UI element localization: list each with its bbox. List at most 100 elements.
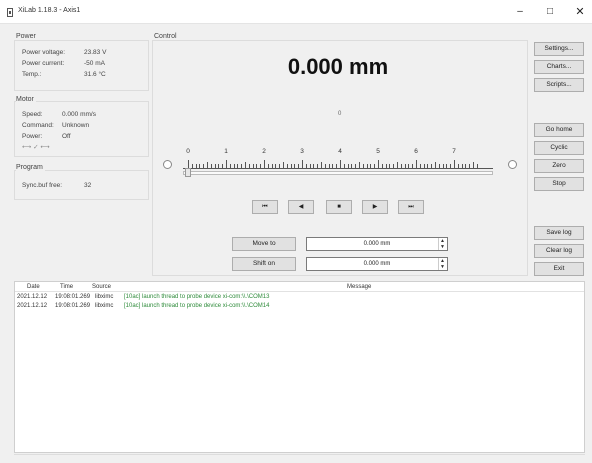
ruler-tick [294, 164, 296, 168]
ruler-tick [199, 164, 201, 168]
move-to-spinner-icon[interactable]: ▲ ▼ [438, 238, 446, 250]
ruler-tick [412, 164, 414, 168]
ruler-tick [450, 164, 452, 168]
move-right-button[interactable]: ▶ [362, 200, 388, 214]
go-home-button[interactable]: Go home [534, 123, 584, 137]
ruler-tick [229, 164, 231, 168]
ruler-tick [442, 164, 444, 168]
move-to-button[interactable]: Move to [232, 237, 296, 251]
power-current-value: -50 mA [84, 60, 105, 67]
power-voltage-value: 23.83 V [84, 49, 107, 56]
exit-button[interactable]: Exit [534, 262, 584, 276]
ruler-tick [245, 162, 246, 168]
ruler-tick [454, 160, 455, 168]
ruler-tick [370, 164, 372, 168]
speed-row: Speed: 0.000 mm/s [22, 111, 96, 118]
ruler-tick [446, 164, 448, 168]
log-time: 19:08:01.269 [55, 303, 91, 309]
temperature-row: Temp.: 31.6 °C [22, 71, 106, 78]
clear-log-button[interactable]: Clear log [534, 244, 584, 258]
ruler-tick [256, 164, 258, 168]
ruler-axis [183, 168, 493, 169]
shift-on-button[interactable]: Shift on [232, 257, 296, 271]
ruler-tick [400, 164, 402, 168]
ruler-tick [275, 164, 277, 168]
minimize-button[interactable]: – [508, 3, 532, 21]
speed-value: 0.000 mm/s [62, 111, 96, 118]
ruler-tick [218, 164, 220, 168]
stop-button[interactable]: Stop [534, 177, 584, 191]
power-current-row: Power current: -50 mA [22, 60, 105, 67]
position-slider-handle[interactable] [185, 168, 191, 177]
ruler-tick [252, 164, 254, 168]
ruler-tick [423, 164, 425, 168]
log-row[interactable]: 2021.12.12 19:08:01.269 libximc [10ac] l… [15, 303, 584, 311]
column-header-date[interactable]: Date [27, 284, 40, 290]
scale-label: 2 [262, 148, 266, 155]
ruler-tick [207, 162, 208, 168]
ruler-tick [343, 164, 345, 168]
scale-label: 4 [338, 148, 342, 155]
ruler-tick [457, 164, 459, 168]
zero-button[interactable]: Zero [534, 159, 584, 173]
scale-label: 1 [224, 148, 228, 155]
settings-button[interactable]: Settings... [534, 42, 584, 56]
ruler-tick [476, 164, 478, 168]
ruler-tick [393, 164, 395, 168]
ruler-tick [332, 164, 334, 168]
log-table[interactable]: Date Time Source Message 2021.12.12 19:0… [14, 281, 585, 453]
ruler-tick [309, 164, 311, 168]
close-button[interactable]: ✕ [568, 3, 592, 21]
ruler-tick [233, 164, 235, 168]
ruler-tick [408, 164, 410, 168]
save-log-button[interactable]: Save log [534, 226, 584, 240]
ruler-tick [210, 164, 212, 168]
move-left-button[interactable]: ◀ [288, 200, 314, 214]
program-group-label: Program [16, 164, 45, 171]
ruler-tick [286, 164, 288, 168]
cyclic-button[interactable]: Cyclic [534, 141, 584, 155]
column-header-time[interactable]: Time [60, 284, 73, 290]
ruler-tick [362, 164, 364, 168]
ruler-tick [351, 164, 353, 168]
column-header-source[interactable]: Source [92, 284, 111, 290]
ruler-tick [214, 164, 216, 168]
position-readout: 0.000 mm [287, 54, 389, 79]
ruler-tick [283, 162, 284, 168]
ruler-tick [328, 164, 330, 168]
ruler-tick [313, 164, 315, 168]
ruler-tick [226, 160, 227, 168]
position-slider[interactable] [183, 171, 493, 175]
ruler-tick [188, 160, 189, 168]
ruler-tick [317, 164, 319, 168]
stop-motion-button[interactable]: ■ [326, 200, 352, 214]
ruler-tick [347, 164, 349, 168]
power-voltage-row: Power voltage: 23.83 V [22, 49, 107, 56]
maximize-button[interactable]: □ [538, 3, 562, 21]
left-limit-indicator-icon [163, 160, 172, 169]
ruler-tick [195, 164, 197, 168]
ruler-tick [469, 164, 471, 168]
command-value: Unknown [62, 122, 90, 129]
power-group-label: Power [16, 33, 38, 40]
ruler-tick [191, 164, 193, 168]
log-message: [10ac] launch thread to probe device xi-… [124, 294, 270, 300]
ruler-tick [222, 164, 224, 168]
log-row[interactable]: 2021.12.12 19:08:01.269 libximc [10ac] l… [15, 294, 584, 302]
ruler-tick [237, 164, 239, 168]
log-source: libximc [95, 303, 114, 309]
shift-on-input[interactable]: 0.000 mm ▲ ▼ [306, 257, 448, 271]
sync-buffer-row: Sync.buf free: 32 [22, 182, 92, 189]
column-header-message[interactable]: Message [347, 284, 371, 290]
charts-button[interactable]: Charts... [534, 60, 584, 74]
move-left-fast-button[interactable]: ⏮ [252, 200, 278, 214]
move-to-input[interactable]: 0.000 mm ▲ ▼ [306, 237, 448, 251]
ruler-tick [260, 164, 262, 168]
move-right-fast-button[interactable]: ⏭ [398, 200, 424, 214]
ruler-tick [381, 164, 383, 168]
motor-group-label: Motor [16, 96, 36, 103]
ruler-tick [290, 164, 292, 168]
shift-on-spinner-icon[interactable]: ▲ ▼ [438, 258, 446, 270]
ruler-tick [465, 164, 467, 168]
scripts-button[interactable]: Scripts... [534, 78, 584, 92]
